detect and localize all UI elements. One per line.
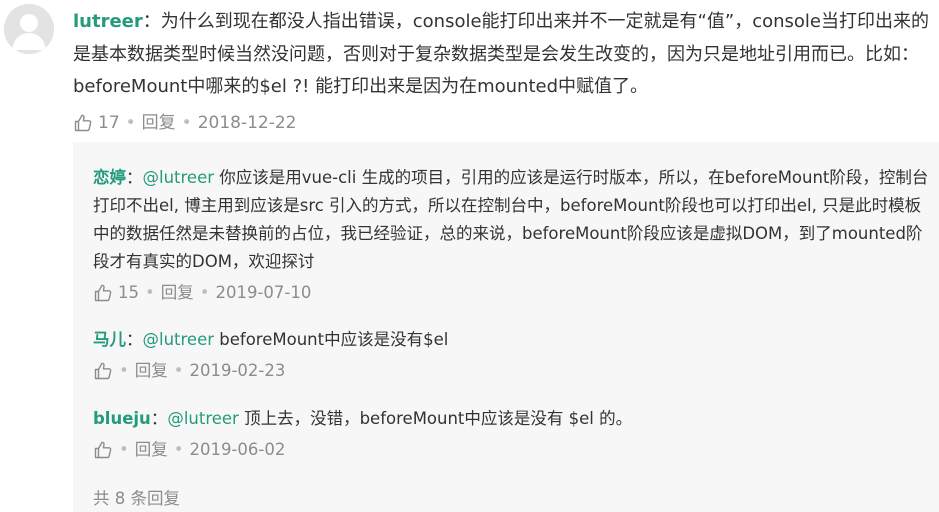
reply-body: 马儿：@lutreer beforeMount中应该是没有$el: [93, 326, 929, 354]
author-colon: ：: [126, 330, 143, 349]
reply-item: blueju：@lutreer 顶上去，没错，beforeMount中应该是没有…: [93, 405, 929, 462]
like-count: 15: [118, 283, 139, 302]
reply-mention[interactable]: @lutreer: [143, 168, 215, 187]
comment-thread: lutreer：为什么到现在都没人指出错误，console能打印出来并不一定就是…: [0, 0, 939, 512]
total-replies-link[interactable]: 共 8 条回复: [93, 485, 180, 509]
author-colon: ：: [150, 409, 168, 428]
main-comment-body: lutreer：为什么到现在都没人指出错误，console能打印出来并不一定就是…: [73, 6, 937, 104]
like-count: 17: [98, 112, 120, 133]
thumbs-up-icon: [94, 362, 112, 380]
meta-separator: •: [181, 112, 192, 133]
comment-text: 为什么到现在都没人指出错误，console能打印出来并不一定就是有“值”，con…: [73, 11, 929, 97]
reply-date: 2019-06-02: [189, 440, 286, 459]
like-button[interactable]: 17: [73, 111, 120, 135]
author-colon: ：: [142, 11, 161, 32]
like-button[interactable]: [93, 361, 113, 381]
reply-date: 2019-02-23: [189, 361, 286, 380]
reply-button[interactable]: 回复: [161, 281, 194, 305]
reply-author[interactable]: 恋婷: [93, 168, 126, 187]
meta-separator: •: [173, 440, 184, 459]
meta-separator: •: [145, 283, 155, 302]
reply-mention[interactable]: @lutreer: [167, 409, 239, 428]
thumbs-up-icon: [94, 441, 112, 459]
meta-separator: •: [119, 440, 129, 459]
reply-author[interactable]: 马儿: [93, 330, 126, 349]
comment-meta: 17 • 回复 • 2018-12-22: [73, 111, 937, 135]
reply-text: 顶上去，没错，beforeMount中应该是没有 $el 的。: [238, 409, 633, 428]
reply-button[interactable]: 回复: [135, 359, 168, 383]
thumbs-up-icon: [74, 114, 92, 131]
reply-body: blueju：@lutreer 顶上去，没错，beforeMount中应该是没有…: [93, 405, 929, 433]
like-button[interactable]: 15: [93, 281, 139, 305]
reply-item: 马儿：@lutreer beforeMount中应该是没有$el • 回复 • …: [93, 326, 929, 383]
reply-button[interactable]: 回复: [142, 111, 176, 135]
reply-meta: 15 • 回复 • 2019-07-10: [93, 281, 929, 305]
meta-separator: •: [173, 361, 184, 380]
main-comment: lutreer：为什么到现在都没人指出错误，console能打印出来并不一定就是…: [73, 6, 937, 135]
reply-mention[interactable]: @lutreer: [143, 330, 215, 349]
meta-separator: •: [125, 112, 136, 133]
reply-author[interactable]: blueju: [93, 409, 151, 428]
reply-meta: • 回复 • 2019-02-23: [93, 359, 929, 383]
comment-date: 2018-12-22: [197, 112, 297, 133]
reply-meta: • 回复 • 2019-06-02: [93, 438, 929, 462]
reply-text: beforeMount中应该是没有$el: [214, 330, 449, 349]
reply-item: 恋婷：@lutreer 你应该是用vue-cli 生成的项目，引用的应该是运行时…: [93, 164, 929, 305]
thumbs-up-icon: [94, 284, 112, 302]
reply-date: 2019-07-10: [215, 283, 312, 302]
meta-separator: •: [199, 283, 210, 302]
meta-separator: •: [119, 361, 129, 380]
reply-text: 你应该是用vue-cli 生成的项目，引用的应该是运行时版本，所以，在befor…: [93, 168, 929, 271]
like-button[interactable]: [93, 440, 113, 460]
author-colon: ：: [126, 168, 143, 187]
replies-panel: 恋婷：@lutreer 你应该是用vue-cli 生成的项目，引用的应该是运行时…: [73, 142, 939, 512]
avatar[interactable]: [4, 4, 54, 54]
reply-body: 恋婷：@lutreer 你应该是用vue-cli 生成的项目，引用的应该是运行时…: [93, 164, 929, 276]
default-user-avatar-icon: [4, 4, 54, 54]
reply-button[interactable]: 回复: [135, 438, 168, 462]
comment-author[interactable]: lutreer: [73, 11, 143, 32]
